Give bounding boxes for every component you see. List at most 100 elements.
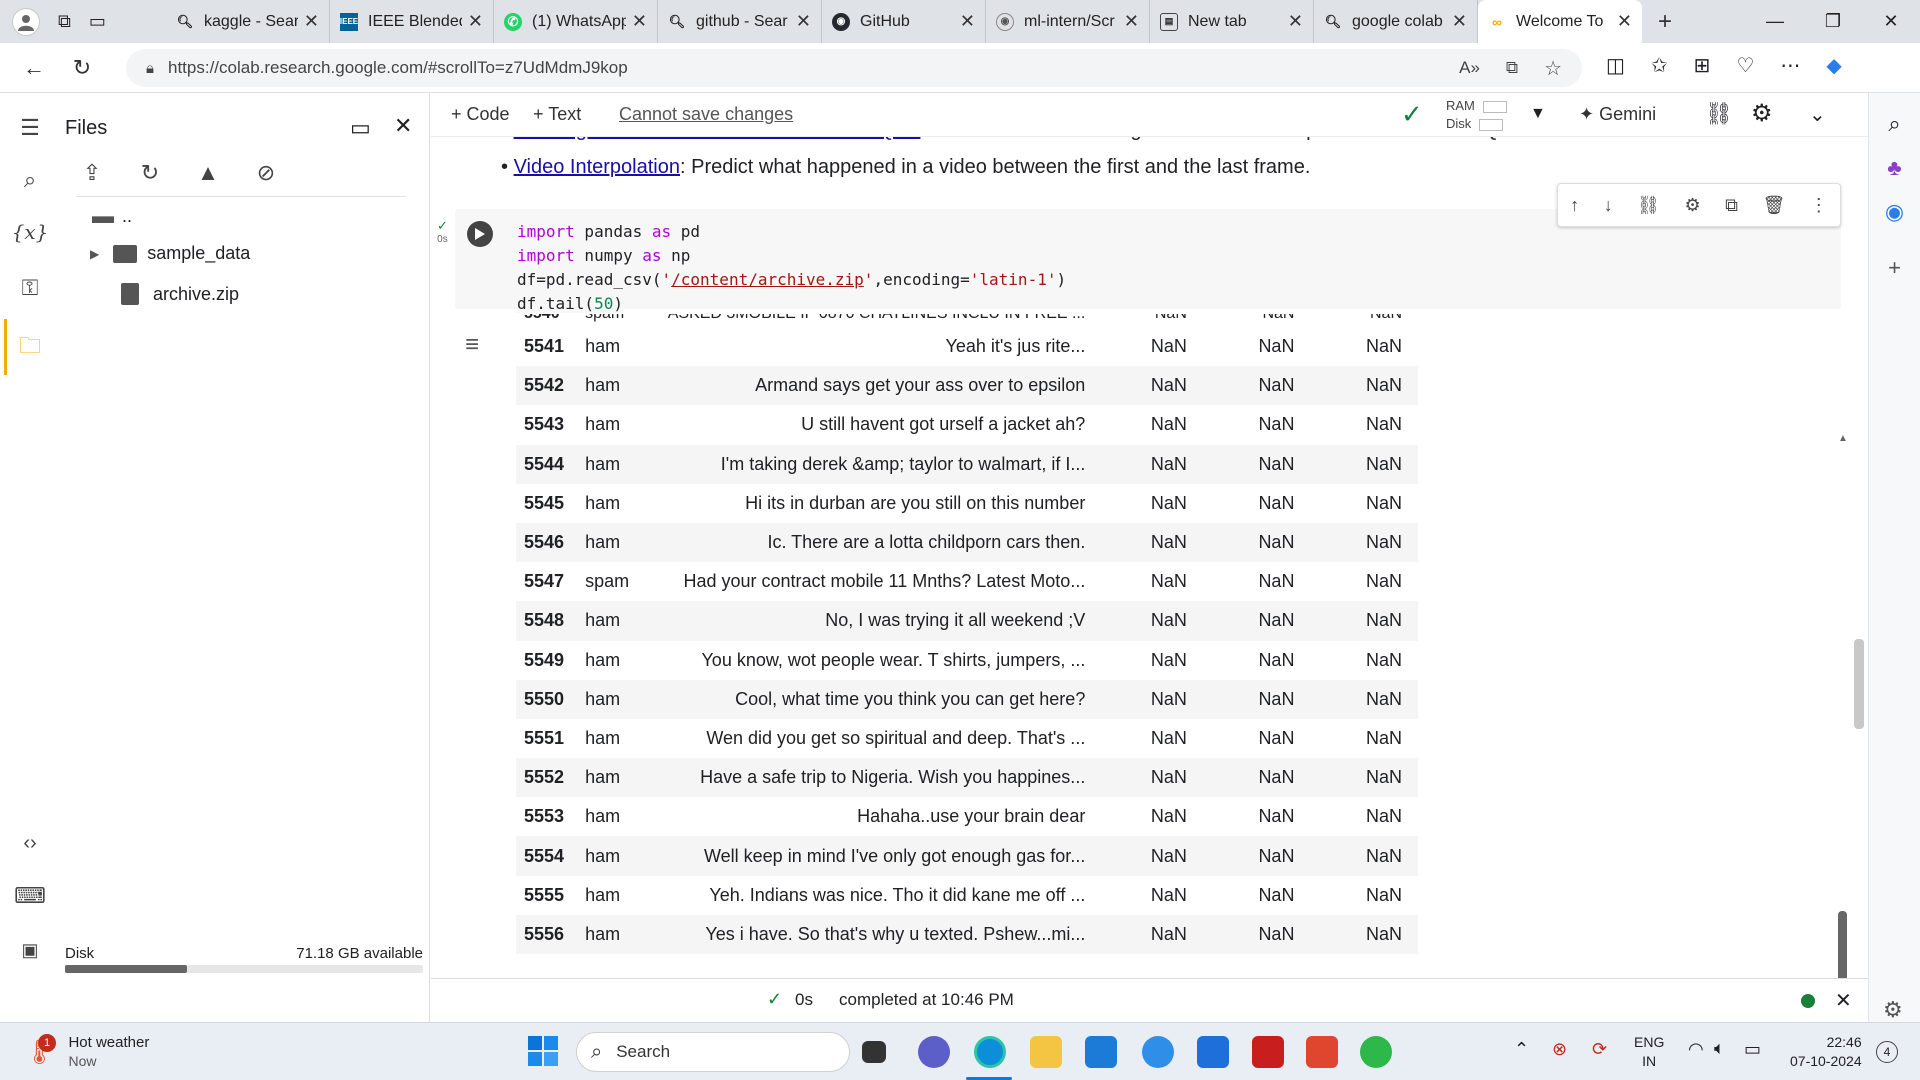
browser-essentials-icon[interactable]: ♡ xyxy=(1736,53,1754,78)
folder-icon[interactable]: 🗀 xyxy=(15,333,45,363)
tab-github-search[interactable]: 🔍︎ github - Sear ✕ xyxy=(658,0,822,43)
move-up-icon[interactable]: ↑ xyxy=(1570,195,1579,216)
new-tab-button[interactable]: + xyxy=(1658,8,1672,36)
code-snippets-icon[interactable]: ‹› xyxy=(15,828,45,858)
language-indicator[interactable]: ENG IN xyxy=(1634,1033,1664,1071)
add-code-button[interactable]: + Code xyxy=(451,104,510,125)
mcafee-icon[interactable] xyxy=(1252,1036,1284,1068)
restore-icon[interactable]: ❐ xyxy=(1804,11,1862,32)
file-item-sample-data[interactable]: ▶ sample_data xyxy=(90,243,250,264)
new-window-icon[interactable]: ▭ xyxy=(350,115,371,141)
mylo-app-icon[interactable] xyxy=(1085,1036,1117,1068)
tab-github[interactable]: ◉ GitHub ✕ xyxy=(822,0,986,43)
store-icon[interactable] xyxy=(1197,1036,1229,1068)
resource-monitor[interactable]: RAM Disk xyxy=(1446,97,1507,133)
secrets-key-icon[interactable]: ⚿ xyxy=(15,273,45,303)
sidebar-games-icon[interactable]: ♣ xyxy=(1869,155,1920,181)
expand-arrow-icon[interactable]: ▶ xyxy=(90,247,99,261)
tab-google-colab[interactable]: 🔍︎ google colab ✕ xyxy=(1314,0,1478,43)
windows-start-icon[interactable] xyxy=(528,1036,558,1066)
profile-icon[interactable] xyxy=(12,7,40,36)
read-aloud-icon[interactable]: A» xyxy=(1459,58,1480,78)
close-status-icon[interactable]: ✕ xyxy=(1835,988,1852,1013)
close-tab-icon[interactable]: ✕ xyxy=(960,11,975,32)
sidebar-search-icon[interactable]: ⌕ xyxy=(1869,111,1920,137)
favorite-star-icon[interactable]: ☆ xyxy=(1544,56,1562,81)
volume-icon[interactable]: 🔈︎ xyxy=(1714,1038,1725,1059)
help-icon[interactable] xyxy=(1142,1036,1174,1068)
tray-app-icon[interactable]: ⊗ xyxy=(1552,1039,1567,1060)
tab-ml-intern[interactable]: ◉ ml-intern/Scr ✕ xyxy=(986,0,1150,43)
output-toggle-icon[interactable]: ≡ xyxy=(465,331,479,359)
scroll-up-arrow-icon[interactable]: ▲ xyxy=(1836,433,1850,444)
battery-icon[interactable]: ▭ xyxy=(1744,1039,1761,1060)
close-panel-icon[interactable]: ✕ xyxy=(394,113,412,139)
output-scrollbar[interactable]: ▲ xyxy=(1836,433,1850,978)
notification-badge[interactable]: 4 xyxy=(1876,1041,1898,1063)
tab-ieee[interactable]: IEEE IEEE Blended ✕ xyxy=(330,0,494,43)
scroll-thumb[interactable] xyxy=(1838,911,1847,978)
toc-icon[interactable]: ☰ xyxy=(15,113,45,143)
cell-more-icon[interactable]: ⋮ xyxy=(1810,195,1828,216)
weather-widget[interactable]: 🌡︎ 1 Hot weather Now xyxy=(24,1033,149,1071)
tab-whatsapp[interactable]: ✆ (1) WhatsApp ✕ xyxy=(494,0,658,43)
cell-link-icon[interactable]: ⛓ xyxy=(1637,195,1660,216)
taskbar-search[interactable]: ⌕ Search xyxy=(576,1032,850,1072)
command-palette-icon[interactable]: ⌨ xyxy=(14,881,46,911)
find-icon[interactable]: ⌕ xyxy=(15,165,45,195)
file-explorer-icon[interactable] xyxy=(1030,1036,1062,1068)
clock[interactable]: 22:46 07-10-2024 xyxy=(1790,1033,1862,1071)
hide-files-icon[interactable]: ⊘ xyxy=(252,159,280,187)
minimize-icon[interactable]: — xyxy=(1746,11,1804,32)
settings-icon[interactable]: ⚙ xyxy=(1751,99,1773,128)
tab-kaggle[interactable]: 🔍︎ kaggle - Sear ✕ xyxy=(166,0,330,43)
mirror-cell-icon[interactable]: ⧉ xyxy=(1725,195,1738,216)
edge-icon[interactable] xyxy=(974,1036,1006,1068)
refresh-files-icon[interactable]: ↻ xyxy=(136,159,164,187)
back-icon[interactable]: ← xyxy=(14,55,54,81)
task-view-icon[interactable] xyxy=(862,1041,886,1063)
close-tab-icon[interactable]: ✕ xyxy=(304,11,319,32)
close-tab-icon[interactable]: ✕ xyxy=(1617,11,1632,32)
tab-new[interactable]: ▤ New tab ✕ xyxy=(1150,0,1314,43)
link-icon[interactable]: ⛓ xyxy=(1705,101,1733,127)
app-available-icon[interactable]: ⧉ xyxy=(1506,58,1518,78)
more-options-icon[interactable]: ⋯ xyxy=(1780,53,1800,78)
file-item-parent[interactable]: ▬ .. xyxy=(92,203,132,229)
edge-dev-icon[interactable] xyxy=(1360,1036,1392,1068)
favorites-icon[interactable]: ✩ xyxy=(1651,53,1668,78)
tray-sync-icon[interactable]: ⟳ xyxy=(1592,1039,1607,1060)
close-tab-icon[interactable]: ✕ xyxy=(1288,11,1303,32)
workspaces-icon[interactable]: ⧉ xyxy=(58,11,71,32)
run-cell-button[interactable] xyxy=(467,221,493,247)
variables-icon[interactable]: {x} xyxy=(12,217,49,247)
sidebar-settings-icon[interactable]: ⚙ xyxy=(1883,997,1903,1023)
tray-chevron-icon[interactable]: ⌃ xyxy=(1514,1039,1529,1060)
copilot-icon[interactable]: ◆ xyxy=(1826,53,1841,78)
add-text-button[interactable]: + Text xyxy=(533,104,581,125)
move-down-icon[interactable]: ↓ xyxy=(1604,195,1613,216)
refresh-icon[interactable]: ↻ xyxy=(62,55,102,81)
runtime-dropdown-icon[interactable]: ▼ xyxy=(1530,105,1546,123)
status-completed[interactable]: completed at 10:46 PM xyxy=(839,990,1014,1010)
close-tab-icon[interactable]: ✕ xyxy=(796,11,811,32)
mount-drive-icon[interactable]: ▲ xyxy=(194,159,222,187)
close-tab-icon[interactable]: ✕ xyxy=(1124,11,1139,32)
office-icon[interactable] xyxy=(1306,1036,1338,1068)
toc-link-video-interpolation[interactable]: Video Interpolation xyxy=(514,156,680,178)
collections-icon[interactable]: ⊞ xyxy=(1694,53,1711,78)
cannot-save-link[interactable]: Cannot save changes xyxy=(619,104,793,125)
close-tab-icon[interactable]: ✕ xyxy=(1452,11,1467,32)
window-close-icon[interactable]: ✕ xyxy=(1862,11,1920,32)
close-tab-icon[interactable]: ✕ xyxy=(468,11,483,32)
gemini-button[interactable]: ✦ Gemini xyxy=(1579,104,1656,125)
cell-settings-icon[interactable]: ⚙ xyxy=(1685,195,1701,216)
close-tab-icon[interactable]: ✕ xyxy=(632,11,647,32)
sidebar-m365-icon[interactable]: ◉ xyxy=(1869,199,1920,225)
upload-icon[interactable]: ⇪ xyxy=(78,159,106,187)
notebook-scrollbar-thumb[interactable] xyxy=(1854,639,1864,729)
delete-icon[interactable]: 🗑︎ xyxy=(1762,195,1785,216)
terminal-icon[interactable]: ▣ xyxy=(15,935,45,965)
url-field[interactable]: 🔒︎ https://colab.research.google.com/#sc… xyxy=(126,49,1582,87)
tab-actions-icon[interactable]: ▭ xyxy=(89,11,106,32)
